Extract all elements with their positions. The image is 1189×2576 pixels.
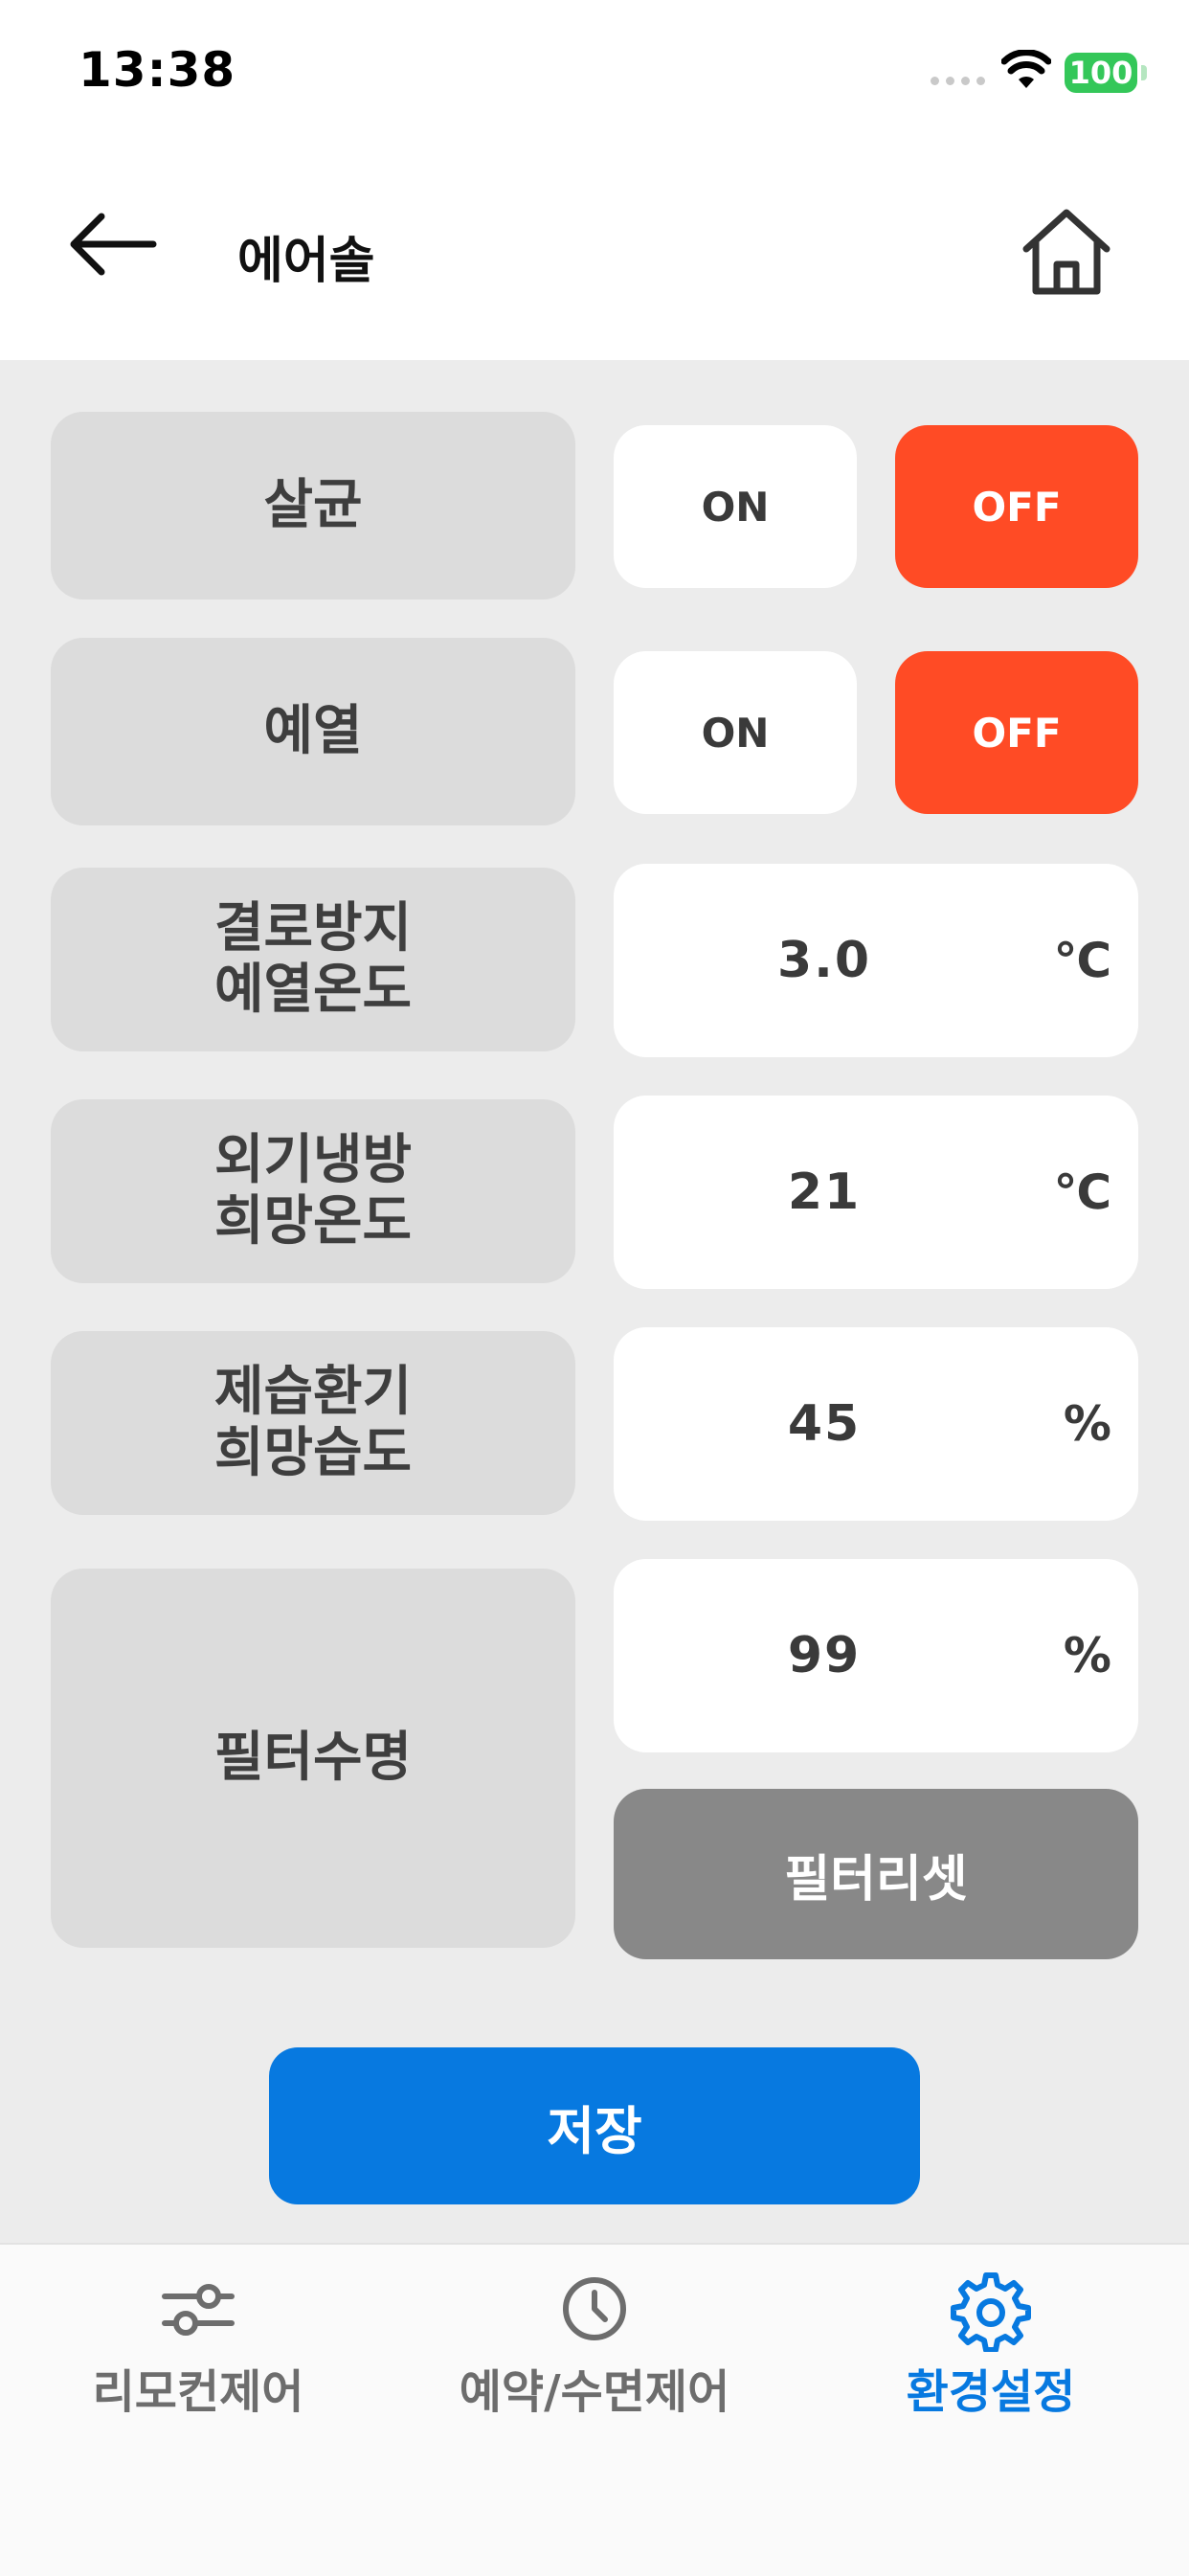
save-button[interactable]: 저장 <box>269 2047 920 2204</box>
dehumid-vent-humidity-field[interactable]: 45 % <box>614 1327 1138 1521</box>
dehumid-vent-humidity-label: 제습환기 희망습도 <box>51 1331 575 1515</box>
preheat-label: 예열 <box>51 638 575 825</box>
arrow-left-icon <box>70 213 157 276</box>
outdoor-cooling-temp-field[interactable]: 21 ℃ <box>614 1096 1138 1289</box>
battery-tip <box>1141 65 1147 80</box>
condensation-preheat-temp-label: 결로방지 예열온도 <box>51 868 575 1051</box>
app-header: 에어솔 <box>0 144 1189 360</box>
bottom-tab-bar: 리모컨제어 예약/수면제어 환경설정 <box>0 2243 1189 2576</box>
back-button[interactable] <box>67 211 172 297</box>
gear-icon <box>951 2272 1031 2352</box>
sliders-icon <box>162 2284 235 2336</box>
filter-life-value: 99 <box>787 1627 862 1684</box>
outdoor-cooling-temp-label: 외기냉방 희망온도 <box>51 1099 575 1283</box>
preheat-on-button[interactable]: ON <box>614 651 857 814</box>
sterilization-off-button[interactable]: OFF <box>895 425 1138 588</box>
page-title: 에어솔 <box>237 233 375 290</box>
cellular-signal-icon <box>931 77 985 85</box>
tab-label: 환경설정 <box>906 2365 1076 2419</box>
celsius-unit: ℃ <box>1053 933 1111 988</box>
condensation-preheat-temp-value: 3.0 <box>776 932 872 989</box>
tab-schedule-sleep[interactable]: 예약/수면제어 <box>396 2266 793 2419</box>
battery-indicator: 100 <box>1065 53 1137 93</box>
percent-unit: % <box>1063 1396 1111 1452</box>
tab-settings[interactable]: 환경설정 <box>793 2266 1189 2419</box>
sterilization-on-button[interactable]: ON <box>614 425 857 588</box>
outdoor-cooling-temp-value: 21 <box>787 1164 862 1221</box>
dehumid-vent-humidity-value: 45 <box>787 1395 862 1453</box>
settings-panel: 살균 ON OFF 예열 ON OFF 결로방지 예열온도 3.0 ℃ 외기냉방… <box>0 360 1189 2243</box>
filter-life-label: 필터수명 <box>51 1569 575 1948</box>
status-bar: 13:38 100 <box>0 0 1189 144</box>
tab-label: 예약/수면제어 <box>459 2365 730 2419</box>
tab-remote-control[interactable]: 리모컨제어 <box>0 2266 396 2419</box>
filter-reset-button[interactable]: 필터리셋 <box>614 1789 1138 1959</box>
home-button[interactable] <box>1019 205 1124 310</box>
sterilization-label: 살균 <box>51 412 575 599</box>
percent-unit: % <box>1063 1628 1111 1683</box>
home-icon <box>1022 209 1110 295</box>
status-time: 13:38 <box>79 42 236 98</box>
filter-life-field[interactable]: 99 % <box>614 1559 1138 1752</box>
preheat-off-button[interactable]: OFF <box>895 651 1138 814</box>
tab-label: 리모컨제어 <box>92 2365 304 2419</box>
condensation-preheat-temp-field[interactable]: 3.0 ℃ <box>614 864 1138 1057</box>
celsius-unit: ℃ <box>1053 1164 1111 1220</box>
wifi-icon <box>1001 50 1051 88</box>
clock-icon <box>563 2277 626 2340</box>
